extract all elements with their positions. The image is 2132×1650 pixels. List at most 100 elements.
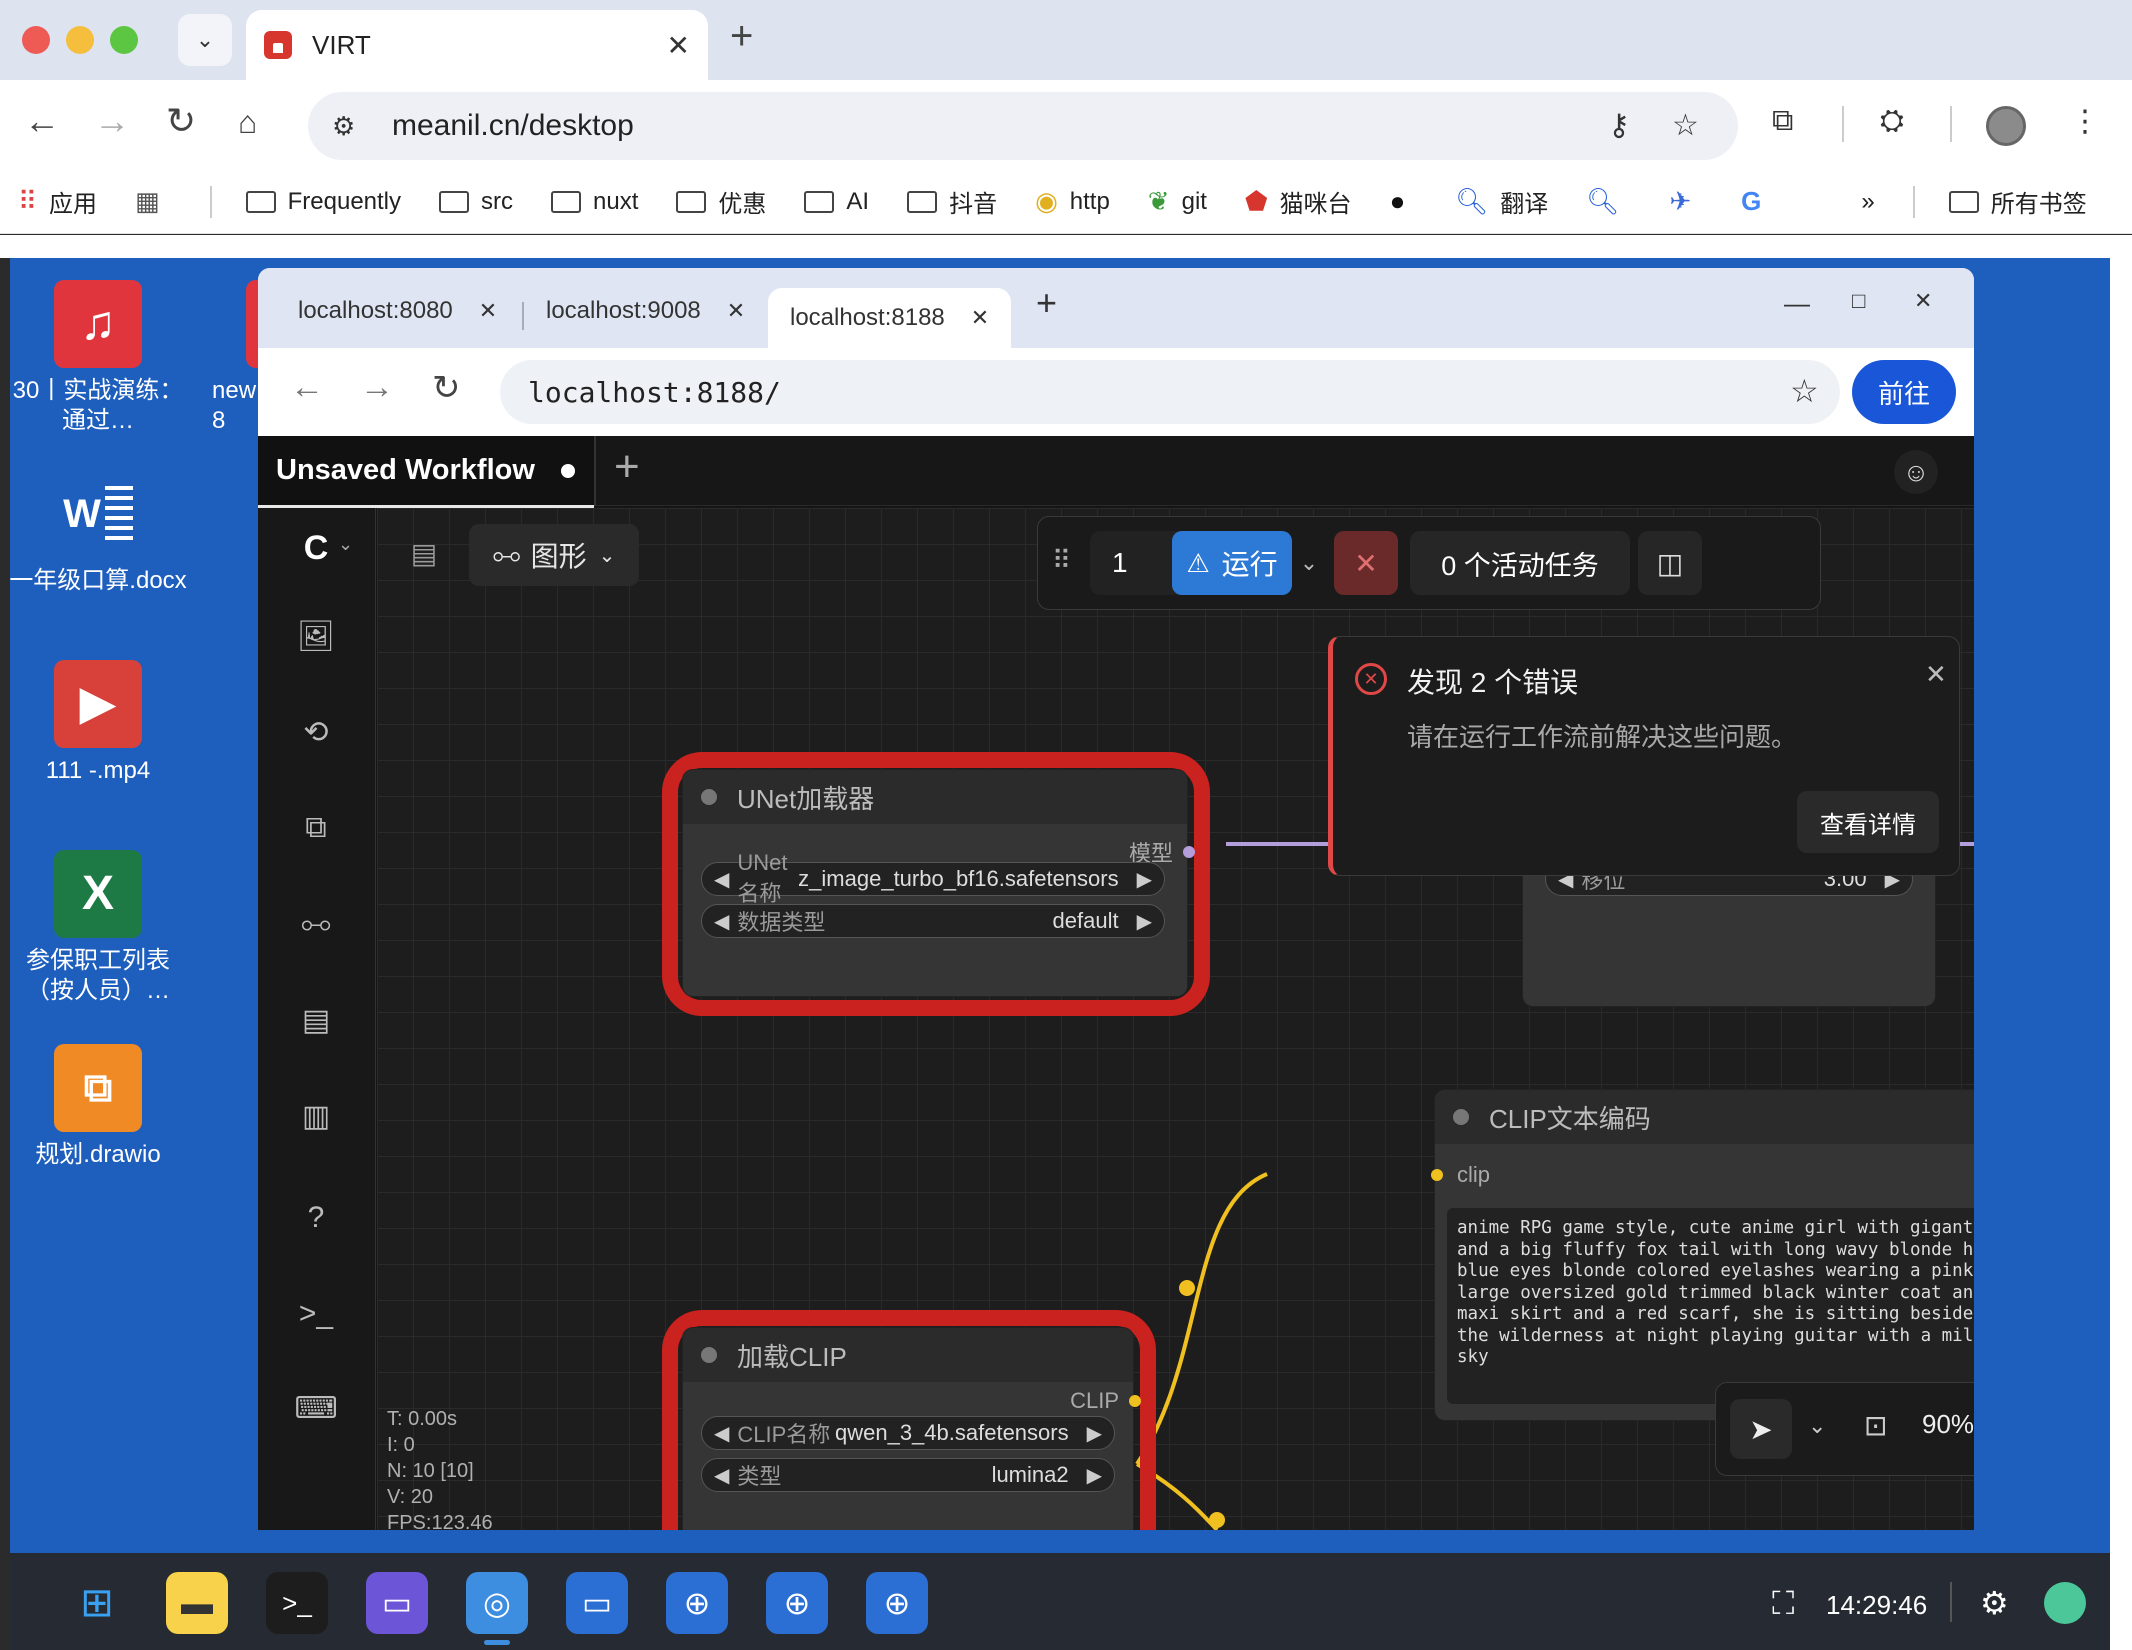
extensions-icon[interactable]: ⧉ [1772, 104, 1793, 138]
increment-arrow-icon[interactable]: ▶ [1137, 909, 1152, 934]
zoom-level[interactable]: 90% [1922, 1409, 1974, 1440]
increment-arrow-icon[interactable]: ▶ [1087, 1463, 1102, 1488]
widget-unet-name[interactable]: ◀ UNet名称 z_image_turbo_bf16.safetensors … [701, 850, 1165, 906]
desktop-icon-xlsx[interactable]: X 参保职工列表（按人员）… [8, 850, 188, 1006]
node-unet-loader[interactable]: UNet加载器 模型 ◀ UNet名称 z_image_turbo_bf16.s… [683, 770, 1195, 996]
graph-mode-dropdown[interactable]: ⧟ 图形 ⌄ [469, 524, 639, 586]
bookmark-ai[interactable]: AI [804, 188, 869, 216]
window-maximize-button[interactable]: □ [1852, 288, 1865, 314]
bookmark-star-icon[interactable]: ☆ [1790, 372, 1819, 410]
node-collapse-dot[interactable] [701, 789, 717, 805]
input-slot-clip[interactable]: clip [1431, 1162, 1490, 1188]
slot-dot[interactable] [1129, 1395, 1141, 1407]
bookmark-git[interactable]: ❦ git [1148, 186, 1207, 217]
minimize-window-button[interactable] [66, 26, 94, 54]
increment-arrow-icon[interactable]: ▶ [1087, 1421, 1102, 1446]
reroute-point[interactable] [1209, 1512, 1225, 1528]
widget-clip-type[interactable]: ◀ 类型 lumina2 ▶ [701, 1458, 1115, 1492]
more-menu-icon[interactable]: ⋮ [2070, 104, 2100, 139]
toast-close-button[interactable]: ✕ [1925, 659, 1947, 690]
slot-dot[interactable] [1183, 846, 1195, 858]
reload-icon[interactable]: ↻ [432, 368, 461, 408]
workflows-icon[interactable]: ⧟ [294, 902, 338, 946]
close-window-button[interactable] [22, 26, 50, 54]
inner-tab-8080[interactable]: localhost:8080 ✕ [276, 282, 519, 340]
terminal-icon[interactable]: >_ [266, 1572, 328, 1634]
inner-tab-9008[interactable]: localhost:9008 ✕ [524, 282, 767, 340]
reload-icon[interactable]: ↻ [166, 100, 196, 142]
cancel-run-button[interactable]: ✕ [1334, 531, 1398, 595]
incognito-icon[interactable]: ⛭ [1880, 104, 1904, 138]
node-header[interactable]: CLIP文本编码 [1435, 1090, 1974, 1144]
remote-desktop-icon[interactable]: ▭ [566, 1572, 628, 1634]
console-icon[interactable]: >_ [294, 1292, 338, 1336]
bookmark-src[interactable]: src [439, 188, 513, 216]
user-profile-icon[interactable]: ☺ [1894, 450, 1938, 494]
inner-new-tab-button[interactable]: + [1036, 282, 1057, 324]
bookmark-apps[interactable]: ⠿ 应用 [18, 184, 97, 219]
image-assets-icon[interactable]: 🖼︎ [294, 614, 338, 658]
bookmark-douyin[interactable]: 抖音 [907, 184, 997, 219]
tab-close-button[interactable]: ✕ [479, 298, 497, 324]
forward-arrow-icon[interactable]: → [360, 368, 394, 407]
app-window-icon[interactable]: ▭ [366, 1572, 428, 1634]
comfy-logo-icon[interactable]: C [294, 526, 338, 570]
password-key-icon[interactable]: ⚷ [1608, 108, 1630, 143]
run-button[interactable]: ⚠ 运行 [1172, 531, 1292, 595]
panel-layout-icon[interactable]: ▤ [401, 530, 447, 576]
all-bookmarks[interactable]: 所有书签 [1948, 184, 2087, 219]
window-close-button[interactable]: ✕ [1914, 288, 1932, 314]
increment-arrow-icon[interactable]: ▶ [1137, 867, 1152, 892]
bookmarks-overflow[interactable]: » [1861, 188, 1874, 216]
prompt-textarea[interactable]: anime RPG game style, cute anime girl wi… [1447, 1208, 1974, 1404]
view-details-button[interactable]: 查看详情 [1797, 791, 1939, 853]
globe-icon[interactable]: ⊕ [866, 1572, 928, 1634]
outer-tab-virt[interactable]: VIRT ✕ [246, 10, 708, 80]
go-button[interactable]: 前往 [1852, 360, 1956, 424]
bookmark-youhui[interactable]: 优惠 [676, 184, 766, 219]
layout-icon[interactable]: ▥ [294, 1094, 338, 1138]
tab-close-button[interactable]: ✕ [727, 298, 745, 324]
bookmark-bird[interactable]: ✈ [1669, 186, 1703, 217]
new-workflow-button[interactable]: + [614, 442, 640, 492]
bookmark-tab-groups[interactable]: ▦ [135, 186, 172, 217]
chevron-down-icon[interactable]: ⌄ [1808, 1413, 1826, 1439]
toggle-panel-icon[interactable]: ◫ [1638, 531, 1702, 595]
keyboard-icon[interactable]: ⌨ [294, 1386, 338, 1430]
inner-tab-8188[interactable]: localhost:8188 ✕ [768, 288, 1012, 348]
help-icon[interactable]: ? [294, 1196, 338, 1240]
widget-clip-name[interactable]: ◀ CLIP名称 qwen_3_4b.safetensors ▶ [701, 1416, 1115, 1450]
decrement-arrow-icon[interactable]: ◀ [714, 1463, 729, 1488]
node-header[interactable]: UNet加载器 [683, 770, 1187, 824]
desktop-icon-drawio[interactable]: ⧉ 规划.drawio [8, 1044, 188, 1170]
desktop-icon-docx[interactable]: W 一年级口算.docx [8, 470, 188, 596]
inner-address-bar[interactable]: localhost:8188/ ☆ [500, 360, 1840, 424]
new-tab-button[interactable]: + [730, 14, 753, 59]
node-header[interactable]: 加载CLIP [683, 1328, 1133, 1382]
user-avatar[interactable] [2044, 1582, 2086, 1624]
desktop-icon-music[interactable]: ♫ 30丨实战演练：通过… [8, 280, 188, 436]
tab-close-button[interactable]: ✕ [971, 305, 989, 331]
chevron-down-icon[interactable]: ⌄ [338, 534, 353, 555]
templates-icon[interactable]: ▤ [294, 998, 338, 1042]
bookmark-search[interactable]: 🔍︎ [1586, 186, 1631, 217]
bookmark-frequently[interactable]: Frequently [245, 188, 401, 216]
active-tasks-button[interactable]: 0 个活动任务 [1410, 531, 1630, 595]
widget-dtype[interactable]: ◀ 数据类型 default ▶ [701, 904, 1165, 938]
workflow-tab[interactable]: Unsaved Workflow [258, 436, 594, 508]
settings-gear-icon[interactable]: ⚙ [1980, 1584, 2009, 1622]
reroute-point[interactable] [1179, 1280, 1195, 1296]
globe-icon[interactable]: ⊕ [666, 1572, 728, 1634]
node-load-clip[interactable]: 加载CLIP CLIP ◀ CLIP名称 qwen_3_4b.safetenso… [683, 1328, 1141, 1530]
globe-icon[interactable]: ⊕ [766, 1572, 828, 1634]
file-manager-icon[interactable]: ▬ [166, 1572, 228, 1634]
node-clip-text-encode[interactable]: CLIP文本编码 clip anime RPG game style, cute… [1431, 1090, 1974, 1420]
bookmark-github[interactable]: ● [1390, 186, 1418, 217]
fit-view-icon[interactable]: ⊡ [1864, 1409, 1887, 1442]
desktop-icon-mp4[interactable]: ▶ 111 -.mp4 [8, 660, 188, 786]
desktop-icon-new[interactable]: new 8 [212, 280, 260, 436]
back-arrow-icon[interactable]: ← [290, 368, 324, 407]
model-library-icon[interactable]: ⟲ [294, 710, 338, 754]
node-collapse-dot[interactable] [1453, 1109, 1469, 1125]
zoom-window-button[interactable] [110, 26, 138, 54]
